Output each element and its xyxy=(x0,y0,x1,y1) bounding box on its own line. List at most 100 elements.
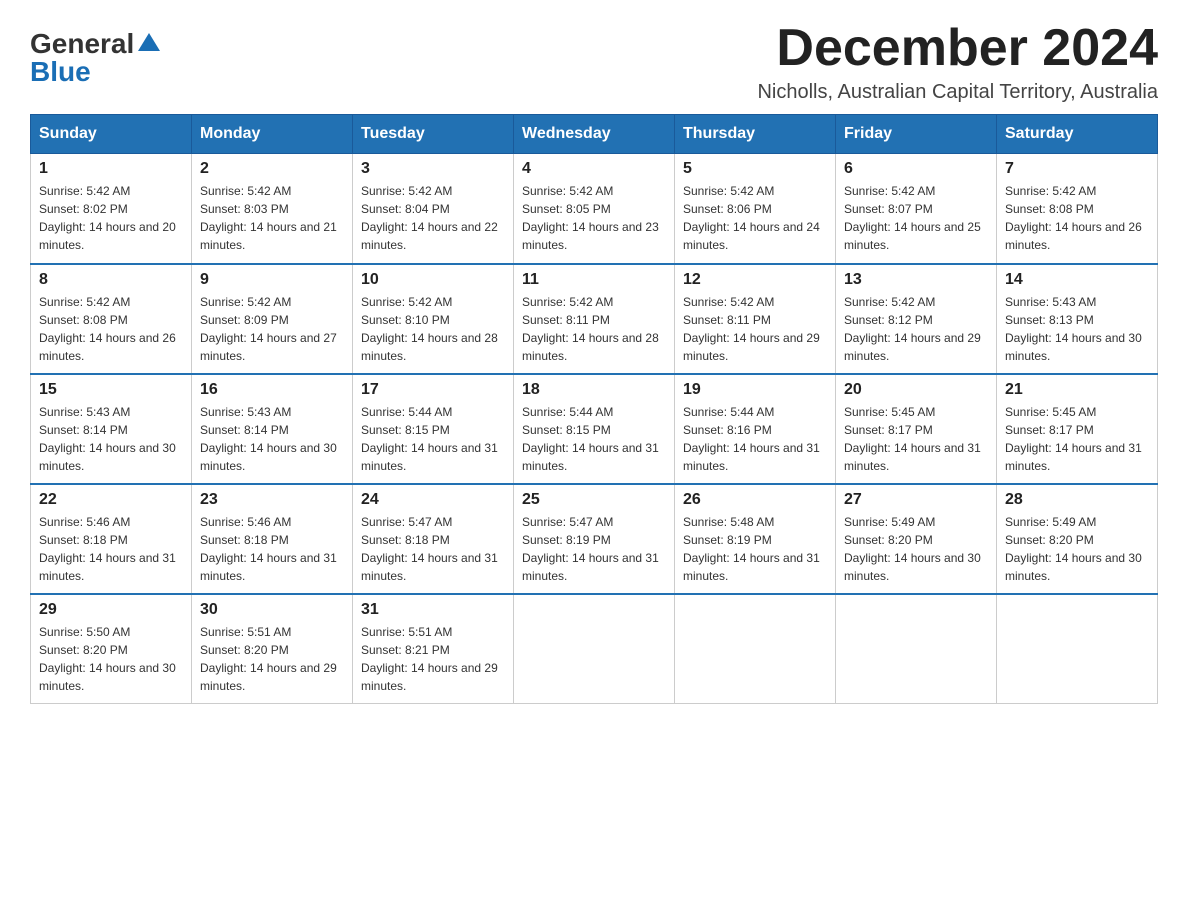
header-monday: Monday xyxy=(192,115,353,154)
table-row xyxy=(836,594,997,704)
day-info: Sunrise: 5:42 AM Sunset: 8:02 PM Dayligh… xyxy=(39,182,183,254)
logo-triangle-icon xyxy=(138,31,160,53)
day-info: Sunrise: 5:42 AM Sunset: 8:11 PM Dayligh… xyxy=(683,293,827,365)
table-row: 23 Sunrise: 5:46 AM Sunset: 8:18 PM Dayl… xyxy=(192,484,353,594)
day-number: 22 xyxy=(39,491,183,509)
day-info: Sunrise: 5:42 AM Sunset: 8:08 PM Dayligh… xyxy=(1005,182,1149,254)
day-number: 20 xyxy=(844,381,988,399)
day-number: 15 xyxy=(39,381,183,399)
table-row: 8 Sunrise: 5:42 AM Sunset: 8:08 PM Dayli… xyxy=(31,264,192,374)
day-info: Sunrise: 5:42 AM Sunset: 8:05 PM Dayligh… xyxy=(522,182,666,254)
day-number: 3 xyxy=(361,160,505,178)
table-row: 15 Sunrise: 5:43 AM Sunset: 8:14 PM Dayl… xyxy=(31,374,192,484)
header-thursday: Thursday xyxy=(675,115,836,154)
table-row: 19 Sunrise: 5:44 AM Sunset: 8:16 PM Dayl… xyxy=(675,374,836,484)
day-info: Sunrise: 5:43 AM Sunset: 8:13 PM Dayligh… xyxy=(1005,293,1149,365)
month-title: December 2024 xyxy=(757,20,1158,77)
logo-blue-text: Blue xyxy=(30,58,91,86)
day-info: Sunrise: 5:42 AM Sunset: 8:11 PM Dayligh… xyxy=(522,293,666,365)
day-number: 11 xyxy=(522,271,666,289)
table-row: 27 Sunrise: 5:49 AM Sunset: 8:20 PM Dayl… xyxy=(836,484,997,594)
day-number: 17 xyxy=(361,381,505,399)
page-header: General Blue December 2024 Nicholls, Aus… xyxy=(30,20,1158,104)
calendar-week-row: 29 Sunrise: 5:50 AM Sunset: 8:20 PM Dayl… xyxy=(31,594,1158,704)
day-number: 16 xyxy=(200,381,344,399)
day-number: 18 xyxy=(522,381,666,399)
calendar-week-row: 8 Sunrise: 5:42 AM Sunset: 8:08 PM Dayli… xyxy=(31,264,1158,374)
day-info: Sunrise: 5:43 AM Sunset: 8:14 PM Dayligh… xyxy=(200,403,344,475)
location-title: Nicholls, Australian Capital Territory, … xyxy=(757,81,1158,104)
table-row: 31 Sunrise: 5:51 AM Sunset: 8:21 PM Dayl… xyxy=(353,594,514,704)
day-info: Sunrise: 5:42 AM Sunset: 8:12 PM Dayligh… xyxy=(844,293,988,365)
day-number: 14 xyxy=(1005,271,1149,289)
day-info: Sunrise: 5:42 AM Sunset: 8:03 PM Dayligh… xyxy=(200,182,344,254)
table-row: 13 Sunrise: 5:42 AM Sunset: 8:12 PM Dayl… xyxy=(836,264,997,374)
table-row: 12 Sunrise: 5:42 AM Sunset: 8:11 PM Dayl… xyxy=(675,264,836,374)
day-info: Sunrise: 5:51 AM Sunset: 8:20 PM Dayligh… xyxy=(200,623,344,695)
table-row: 29 Sunrise: 5:50 AM Sunset: 8:20 PM Dayl… xyxy=(31,594,192,704)
day-number: 26 xyxy=(683,491,827,509)
day-number: 9 xyxy=(200,271,344,289)
day-info: Sunrise: 5:44 AM Sunset: 8:15 PM Dayligh… xyxy=(522,403,666,475)
table-row: 26 Sunrise: 5:48 AM Sunset: 8:19 PM Dayl… xyxy=(675,484,836,594)
calendar-table: Sunday Monday Tuesday Wednesday Thursday… xyxy=(30,114,1158,704)
day-number: 7 xyxy=(1005,160,1149,178)
calendar-week-row: 15 Sunrise: 5:43 AM Sunset: 8:14 PM Dayl… xyxy=(31,374,1158,484)
day-number: 30 xyxy=(200,601,344,619)
day-info: Sunrise: 5:49 AM Sunset: 8:20 PM Dayligh… xyxy=(844,513,988,585)
title-area: December 2024 Nicholls, Australian Capit… xyxy=(757,20,1158,104)
day-number: 12 xyxy=(683,271,827,289)
day-number: 24 xyxy=(361,491,505,509)
logo-general-text: General xyxy=(30,30,134,58)
table-row: 18 Sunrise: 5:44 AM Sunset: 8:15 PM Dayl… xyxy=(514,374,675,484)
day-number: 25 xyxy=(522,491,666,509)
table-row: 21 Sunrise: 5:45 AM Sunset: 8:17 PM Dayl… xyxy=(997,374,1158,484)
table-row: 17 Sunrise: 5:44 AM Sunset: 8:15 PM Dayl… xyxy=(353,374,514,484)
day-info: Sunrise: 5:44 AM Sunset: 8:16 PM Dayligh… xyxy=(683,403,827,475)
day-info: Sunrise: 5:47 AM Sunset: 8:19 PM Dayligh… xyxy=(522,513,666,585)
day-number: 29 xyxy=(39,601,183,619)
day-number: 27 xyxy=(844,491,988,509)
day-info: Sunrise: 5:49 AM Sunset: 8:20 PM Dayligh… xyxy=(1005,513,1149,585)
table-row xyxy=(675,594,836,704)
calendar-week-row: 1 Sunrise: 5:42 AM Sunset: 8:02 PM Dayli… xyxy=(31,154,1158,264)
day-number: 13 xyxy=(844,271,988,289)
weekday-header-row: Sunday Monday Tuesday Wednesday Thursday… xyxy=(31,115,1158,154)
day-number: 5 xyxy=(683,160,827,178)
table-row: 7 Sunrise: 5:42 AM Sunset: 8:08 PM Dayli… xyxy=(997,154,1158,264)
table-row: 22 Sunrise: 5:46 AM Sunset: 8:18 PM Dayl… xyxy=(31,484,192,594)
table-row xyxy=(997,594,1158,704)
table-row: 16 Sunrise: 5:43 AM Sunset: 8:14 PM Dayl… xyxy=(192,374,353,484)
day-info: Sunrise: 5:42 AM Sunset: 8:06 PM Dayligh… xyxy=(683,182,827,254)
day-number: 19 xyxy=(683,381,827,399)
day-number: 4 xyxy=(522,160,666,178)
table-row: 2 Sunrise: 5:42 AM Sunset: 8:03 PM Dayli… xyxy=(192,154,353,264)
table-row: 28 Sunrise: 5:49 AM Sunset: 8:20 PM Dayl… xyxy=(997,484,1158,594)
day-info: Sunrise: 5:44 AM Sunset: 8:15 PM Dayligh… xyxy=(361,403,505,475)
header-friday: Friday xyxy=(836,115,997,154)
day-info: Sunrise: 5:42 AM Sunset: 8:09 PM Dayligh… xyxy=(200,293,344,365)
header-tuesday: Tuesday xyxy=(353,115,514,154)
day-number: 21 xyxy=(1005,381,1149,399)
day-number: 23 xyxy=(200,491,344,509)
day-info: Sunrise: 5:42 AM Sunset: 8:04 PM Dayligh… xyxy=(361,182,505,254)
header-wednesday: Wednesday xyxy=(514,115,675,154)
day-info: Sunrise: 5:51 AM Sunset: 8:21 PM Dayligh… xyxy=(361,623,505,695)
table-row: 5 Sunrise: 5:42 AM Sunset: 8:06 PM Dayli… xyxy=(675,154,836,264)
logo: General Blue xyxy=(30,20,160,86)
day-info: Sunrise: 5:50 AM Sunset: 8:20 PM Dayligh… xyxy=(39,623,183,695)
table-row: 9 Sunrise: 5:42 AM Sunset: 8:09 PM Dayli… xyxy=(192,264,353,374)
day-info: Sunrise: 5:48 AM Sunset: 8:19 PM Dayligh… xyxy=(683,513,827,585)
table-row: 30 Sunrise: 5:51 AM Sunset: 8:20 PM Dayl… xyxy=(192,594,353,704)
day-info: Sunrise: 5:43 AM Sunset: 8:14 PM Dayligh… xyxy=(39,403,183,475)
day-info: Sunrise: 5:45 AM Sunset: 8:17 PM Dayligh… xyxy=(1005,403,1149,475)
day-number: 1 xyxy=(39,160,183,178)
table-row: 1 Sunrise: 5:42 AM Sunset: 8:02 PM Dayli… xyxy=(31,154,192,264)
table-row: 10 Sunrise: 5:42 AM Sunset: 8:10 PM Dayl… xyxy=(353,264,514,374)
day-info: Sunrise: 5:47 AM Sunset: 8:18 PM Dayligh… xyxy=(361,513,505,585)
table-row: 3 Sunrise: 5:42 AM Sunset: 8:04 PM Dayli… xyxy=(353,154,514,264)
day-number: 28 xyxy=(1005,491,1149,509)
day-number: 8 xyxy=(39,271,183,289)
table-row: 20 Sunrise: 5:45 AM Sunset: 8:17 PM Dayl… xyxy=(836,374,997,484)
day-number: 6 xyxy=(844,160,988,178)
